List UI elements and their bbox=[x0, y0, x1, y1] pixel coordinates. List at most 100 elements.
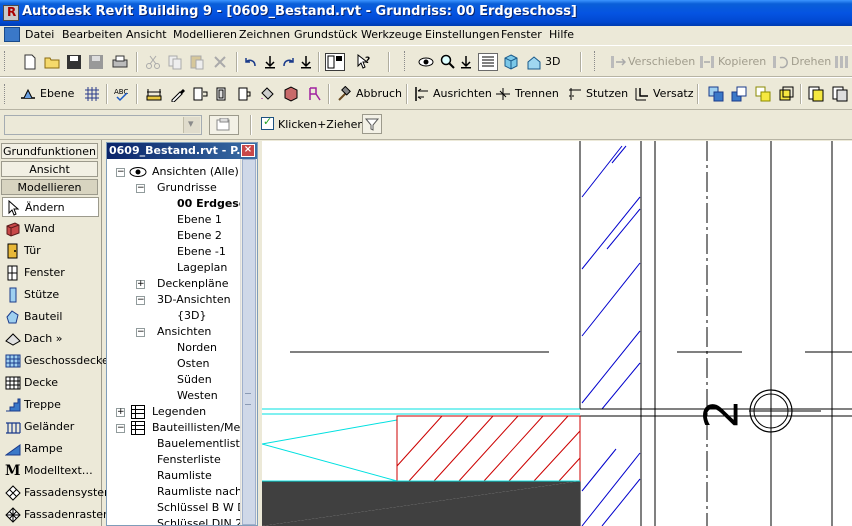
save-all-icon[interactable] bbox=[88, 54, 104, 70]
ungroup-icon[interactable] bbox=[731, 86, 747, 102]
offset-icon[interactable] bbox=[634, 86, 650, 102]
align-button[interactable]: Ausrichten bbox=[433, 87, 492, 100]
tab-ansicht[interactable]: Ansicht bbox=[1, 161, 98, 177]
tool-column[interactable]: Stütze bbox=[2, 285, 99, 305]
chevron-down-icon[interactable] bbox=[183, 117, 200, 133]
redo-dropdown-icon[interactable] bbox=[298, 54, 314, 70]
rotate-icon[interactable] bbox=[772, 54, 788, 70]
expand-icon[interactable]: + bbox=[136, 280, 145, 289]
demolish-button[interactable]: Abbruch bbox=[356, 87, 402, 100]
tree-views-all[interactable]: Ansichten (Alle) bbox=[152, 165, 239, 178]
group-icon[interactable] bbox=[708, 86, 724, 102]
zoom-icon[interactable] bbox=[440, 54, 456, 70]
tree-elevation-north[interactable]: Norden bbox=[177, 341, 217, 354]
tree-elevations[interactable]: Ansichten bbox=[157, 325, 211, 338]
save-icon[interactable] bbox=[66, 54, 82, 70]
cut-icon[interactable] bbox=[145, 54, 161, 70]
copy-icon[interactable] bbox=[167, 54, 183, 70]
door-tag-icon[interactable] bbox=[214, 86, 230, 102]
collapse-icon[interactable]: − bbox=[116, 168, 125, 177]
menu-datei[interactable]: Datei bbox=[25, 28, 54, 41]
tree-schedule-item[interactable]: Schlüssel B W D bbox=[157, 501, 246, 514]
cyan-edge-line[interactable] bbox=[262, 419, 398, 445]
tool-model-text[interactable]: M Modelltext… bbox=[2, 461, 99, 481]
revit-app-icon[interactable] bbox=[3, 5, 19, 21]
collapse-icon[interactable]: − bbox=[116, 424, 125, 433]
wall-section[interactable] bbox=[579, 141, 656, 526]
tool-curtain-grid[interactable]: Fassadenraster bbox=[2, 505, 108, 525]
3d-view-icon[interactable] bbox=[503, 54, 519, 70]
collapse-icon[interactable]: − bbox=[136, 296, 145, 305]
split-button[interactable]: Trennen bbox=[515, 87, 559, 100]
drawing-area[interactable]: 2 bbox=[262, 141, 852, 526]
tool-stair[interactable]: Treppe bbox=[2, 395, 99, 415]
collapse-icon[interactable]: − bbox=[136, 184, 145, 193]
open-folder-icon[interactable] bbox=[44, 54, 60, 70]
menu-bearbeiten[interactable]: Bearbeiten bbox=[62, 28, 122, 41]
redo-icon[interactable] bbox=[280, 54, 296, 70]
toolbar-grip[interactable] bbox=[4, 51, 8, 71]
thin-lines-icon[interactable] bbox=[478, 53, 498, 71]
tree-schedule-item[interactable]: Raumliste bbox=[157, 469, 212, 482]
click-drag-label[interactable]: Klicken+Ziehen bbox=[278, 118, 364, 131]
tree-schedule-item[interactable]: Bauelementliste bbox=[157, 437, 247, 450]
scrollbar-thumb[interactable] bbox=[242, 159, 256, 525]
paint-bucket-icon[interactable] bbox=[259, 86, 275, 102]
tool-floor[interactable]: Geschossdecke bbox=[2, 351, 109, 371]
element-properties-button[interactable] bbox=[209, 115, 239, 135]
house-3d-icon[interactable] bbox=[526, 54, 542, 70]
menu-modellieren[interactable]: Modellieren bbox=[173, 28, 237, 41]
copy-element-icon[interactable] bbox=[699, 54, 715, 70]
new-file-icon[interactable] bbox=[22, 54, 38, 70]
tool-ramp[interactable]: Rampe bbox=[2, 439, 99, 459]
tree-elevation-south[interactable]: Süden bbox=[177, 373, 212, 386]
tool-component[interactable]: Bauteil bbox=[2, 307, 99, 327]
move-icon[interactable] bbox=[610, 54, 626, 70]
trim-icon[interactable] bbox=[567, 86, 583, 102]
collapse-icon[interactable]: − bbox=[136, 328, 145, 337]
toolbar-grip[interactable] bbox=[4, 84, 8, 104]
menu-werkzeuge[interactable]: Werkzeuge bbox=[361, 28, 422, 41]
view-3d-label[interactable]: 3D bbox=[545, 55, 560, 68]
type-selector-dropdown[interactable] bbox=[4, 115, 202, 135]
trim-button[interactable]: Stutzen bbox=[586, 87, 628, 100]
demolish-hammer-icon[interactable] bbox=[335, 86, 351, 102]
tool-modify[interactable]: Ändern bbox=[2, 197, 99, 217]
tree-3d-views[interactable]: 3D-Ansichten bbox=[157, 293, 231, 306]
tree-plan-ebene-minus-1[interactable]: Ebene -1 bbox=[177, 245, 226, 258]
view-eye-icon[interactable] bbox=[418, 54, 434, 70]
tool-window[interactable]: Fenster bbox=[2, 263, 99, 283]
browser-scrollbar[interactable] bbox=[240, 159, 257, 525]
eyedropper-icon[interactable] bbox=[170, 86, 186, 102]
tab-grundfunktionen[interactable]: Grundfunktionen bbox=[1, 143, 98, 159]
delete-icon[interactable] bbox=[212, 54, 228, 70]
menu-einstellungen[interactable]: Einstellungen bbox=[425, 28, 500, 41]
tree-schedule-item[interactable]: Fensterliste bbox=[157, 453, 221, 466]
tree-plan-lageplan[interactable]: Lageplan bbox=[177, 261, 227, 274]
menu-grundstueck[interactable]: Grundstück bbox=[294, 28, 357, 41]
window-tag-icon[interactable] bbox=[236, 86, 252, 102]
tool-curtain-system[interactable]: Fassadensyster bbox=[2, 483, 109, 503]
split-face-icon[interactable] bbox=[307, 86, 323, 102]
tree-elevation-east[interactable]: Osten bbox=[177, 357, 209, 370]
undo-dropdown-icon[interactable] bbox=[262, 54, 278, 70]
undo-icon[interactable] bbox=[243, 54, 259, 70]
tree-legends[interactable]: Legenden bbox=[152, 405, 206, 418]
component-tag-icon[interactable] bbox=[192, 86, 208, 102]
red-hatch-region[interactable] bbox=[396, 415, 581, 482]
whats-this-help-icon[interactable]: ? bbox=[356, 54, 372, 70]
offset-button[interactable]: Versatz bbox=[653, 87, 694, 100]
floor-plan-drawing[interactable]: 2 bbox=[262, 141, 852, 526]
array-icon[interactable] bbox=[834, 54, 850, 70]
dimension-icon[interactable] bbox=[146, 86, 162, 102]
expand-icon[interactable]: + bbox=[116, 408, 125, 417]
tree-ceiling-plans[interactable]: Deckenpläne bbox=[157, 277, 229, 290]
project-browser-toggle-icon[interactable] bbox=[325, 53, 345, 71]
close-icon[interactable]: × bbox=[241, 144, 255, 157]
tree-plan-ebene-2[interactable]: Ebene 2 bbox=[177, 229, 222, 242]
tree-plan-ebene-1[interactable]: Ebene 1 bbox=[177, 213, 222, 226]
menu-fenster[interactable]: Fenster bbox=[501, 28, 542, 41]
click-drag-checkbox[interactable] bbox=[261, 115, 274, 130]
tool-railing[interactable]: Geländer bbox=[2, 417, 99, 437]
align-icon[interactable] bbox=[414, 86, 430, 102]
